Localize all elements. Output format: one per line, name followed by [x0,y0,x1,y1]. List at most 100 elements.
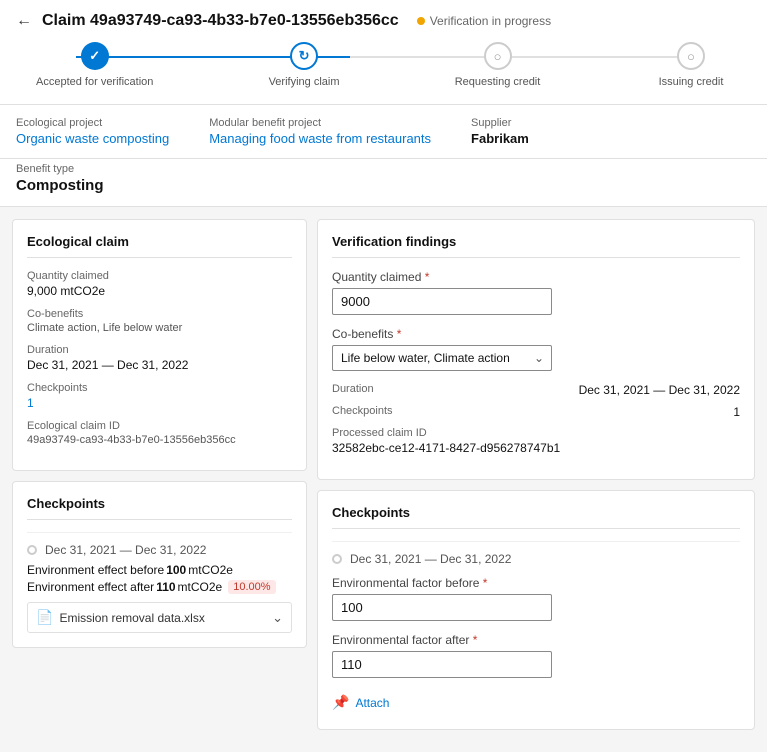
vf-processed-id-field: Processed claim ID 32582ebc-ce12-4171-84… [332,427,740,455]
file-row-left: 📄 Emission removal data.xlsx [36,609,205,626]
env-after-form-field: Environmental factor after * [332,633,740,678]
checkpoints-left-title: Checkpoints [27,496,292,520]
vf-duration-value: Dec 31, 2021 — Dec 31, 2022 [579,383,740,397]
file-name: Emission removal data.xlsx [59,611,204,625]
attach-label: Attach [355,696,389,710]
benefit-section: Benefit type Composting [0,159,767,207]
env-before-form-field: Environmental factor before * [332,576,740,621]
step-label-requesting: Requesting credit [455,76,541,88]
vf-cobenefits-select[interactable]: Life below water, Climate action [332,345,552,371]
env-before-line: Environment effect before 100 mtCO2e [27,563,292,577]
right-checkpoint-date: Dec 31, 2021 — Dec 31, 2022 [332,552,740,566]
env-after-line: Environment effect after 110 mtCO2e 10.0… [27,580,292,594]
back-button[interactable]: ← [16,12,32,30]
main-content: Ecological claim Quantity claimed 9,000 … [0,207,767,752]
env-after-required: * [473,633,478,647]
step-circle-requesting: ○ [484,42,512,70]
duration-label: Duration [27,344,292,356]
vf-cobenefits-required: * [397,327,402,341]
status-badge: Verification in progress [417,14,551,28]
increase-badge: 10.00% [228,580,275,594]
ecological-project-item: Ecological project Organic waste compost… [16,117,169,146]
checkpoint-dot-icon [27,545,37,555]
claim-id-label: Ecological claim ID [27,420,292,432]
checkpoints-field: Checkpoints 1 [27,382,292,410]
progress-bar: ✓ Accepted for verification ↻ Verifying … [16,42,751,104]
quantity-label: Quantity claimed [27,270,292,282]
checkpoints-left-card: Checkpoints Dec 31, 2021 — Dec 31, 2022 … [12,481,307,648]
expand-icon[interactable]: ⌄ [272,610,283,626]
env-before-form-label: Environmental factor before * [332,576,740,590]
vf-duration-label: Duration [332,383,374,395]
right-checkpoint-dot-icon [332,554,342,564]
right-checkpoint-date-text: Dec 31, 2021 — Dec 31, 2022 [350,552,511,566]
step-label-issuing: Issuing credit [659,76,724,88]
claim-title: Claim 49a93749-ca93-4b33-b7e0-13556eb356… [42,12,399,30]
ecological-project-label: Ecological project [16,117,169,129]
left-panel: Ecological claim Quantity claimed 9,000 … [12,219,307,740]
env-after-value: 110 [156,580,175,594]
benefit-type-value: Composting [16,177,751,194]
vf-quantity-input[interactable] [332,288,552,315]
vf-cobenefits-select-wrapper: Life below water, Climate action ⌄ [332,345,552,371]
env-before-value: 100 [166,563,186,577]
status-dot-icon [417,17,425,25]
status-text: Verification in progress [430,14,551,28]
step-accepted: ✓ Accepted for verification [36,42,153,88]
checkpoint-left-item: Dec 31, 2021 — Dec 31, 2022 Environment … [27,532,292,633]
cobenefits-label: Co-benefits [27,308,292,320]
supplier-label: Supplier [471,117,529,129]
ecological-claim-title: Ecological claim [27,234,292,258]
env-before-unit: mtCO2e [188,563,233,577]
supplier-value: Fabrikam [471,131,529,146]
checkpoint-date-text: Dec 31, 2021 — Dec 31, 2022 [45,543,206,557]
modular-project-label: Modular benefit project [209,117,431,129]
step-circle-issuing: ○ [677,42,705,70]
vf-checkpoints-field: Checkpoints 1 [332,405,740,419]
duration-value: Dec 31, 2021 — Dec 31, 2022 [27,358,292,372]
checkpoints-label: Checkpoints [27,382,292,394]
vf-quantity-required: * [425,270,430,284]
step-verifying: ↻ Verifying claim [264,42,344,88]
verification-findings-title: Verification findings [332,234,740,258]
step-label-verifying: Verifying claim [269,76,340,88]
vf-checkpoints-label: Checkpoints [332,405,393,417]
duration-field: Duration Dec 31, 2021 — Dec 31, 2022 [27,344,292,372]
vf-processed-id-label: Processed claim ID [332,427,740,439]
step-requesting: ○ Requesting credit [455,42,541,88]
paperclip-icon: 📌 [332,694,349,711]
env-after-form-label: Environmental factor after * [332,633,740,647]
vf-processed-id-value: 32582ebc-ce12-4171-8427-d956278747b1 [332,441,740,455]
vf-duration-field: Duration Dec 31, 2021 — Dec 31, 2022 [332,383,740,397]
file-row[interactable]: 📄 Emission removal data.xlsx ⌄ [27,602,292,633]
quantity-field: Quantity claimed 9,000 mtCO2e [27,270,292,298]
right-checkpoint-item: Dec 31, 2021 — Dec 31, 2022 Environmenta… [332,541,740,715]
cobenefits-field: Co-benefits Climate action, Life below w… [27,308,292,334]
step-circle-verifying: ↻ [290,42,318,70]
attach-button[interactable]: 📌 Attach [332,690,389,715]
ecological-project-value[interactable]: Organic waste composting [16,131,169,146]
benefit-type-label: Benefit type [16,163,751,175]
env-before-input[interactable] [332,594,552,621]
step-label-accepted: Accepted for verification [36,76,153,88]
env-after-label: Environment effect after [27,580,154,594]
cobenefits-value: Climate action, Life below water [27,322,292,334]
env-before-label: Environment effect before [27,563,164,577]
ecological-claim-card: Ecological claim Quantity claimed 9,000 … [12,219,307,471]
project-info: Ecological project Organic waste compost… [0,105,767,159]
verification-findings-card: Verification findings Quantity claimed *… [317,219,755,480]
claim-id-field: Ecological claim ID 49a93749-ca93-4b33-b… [27,420,292,446]
claim-id-value: 49a93749-ca93-4b33-b7e0-13556eb356cc [27,434,292,446]
step-circle-accepted: ✓ [81,42,109,70]
vf-cobenefits-label: Co-benefits * [332,327,740,341]
checkpoints-right-card: Checkpoints Dec 31, 2021 — Dec 31, 2022 … [317,490,755,730]
vf-quantity-label: Quantity claimed * [332,270,740,284]
right-panel: Verification findings Quantity claimed *… [317,219,755,740]
vf-quantity-field: Quantity claimed * [332,270,740,315]
env-after-unit: mtCO2e [178,580,223,594]
checkpoints-value[interactable]: 1 [27,396,292,410]
modular-project-value[interactable]: Managing food waste from restaurants [209,131,431,146]
env-after-input[interactable] [332,651,552,678]
step-issuing: ○ Issuing credit [651,42,731,88]
vf-checkpoints-value: 1 [733,405,740,419]
